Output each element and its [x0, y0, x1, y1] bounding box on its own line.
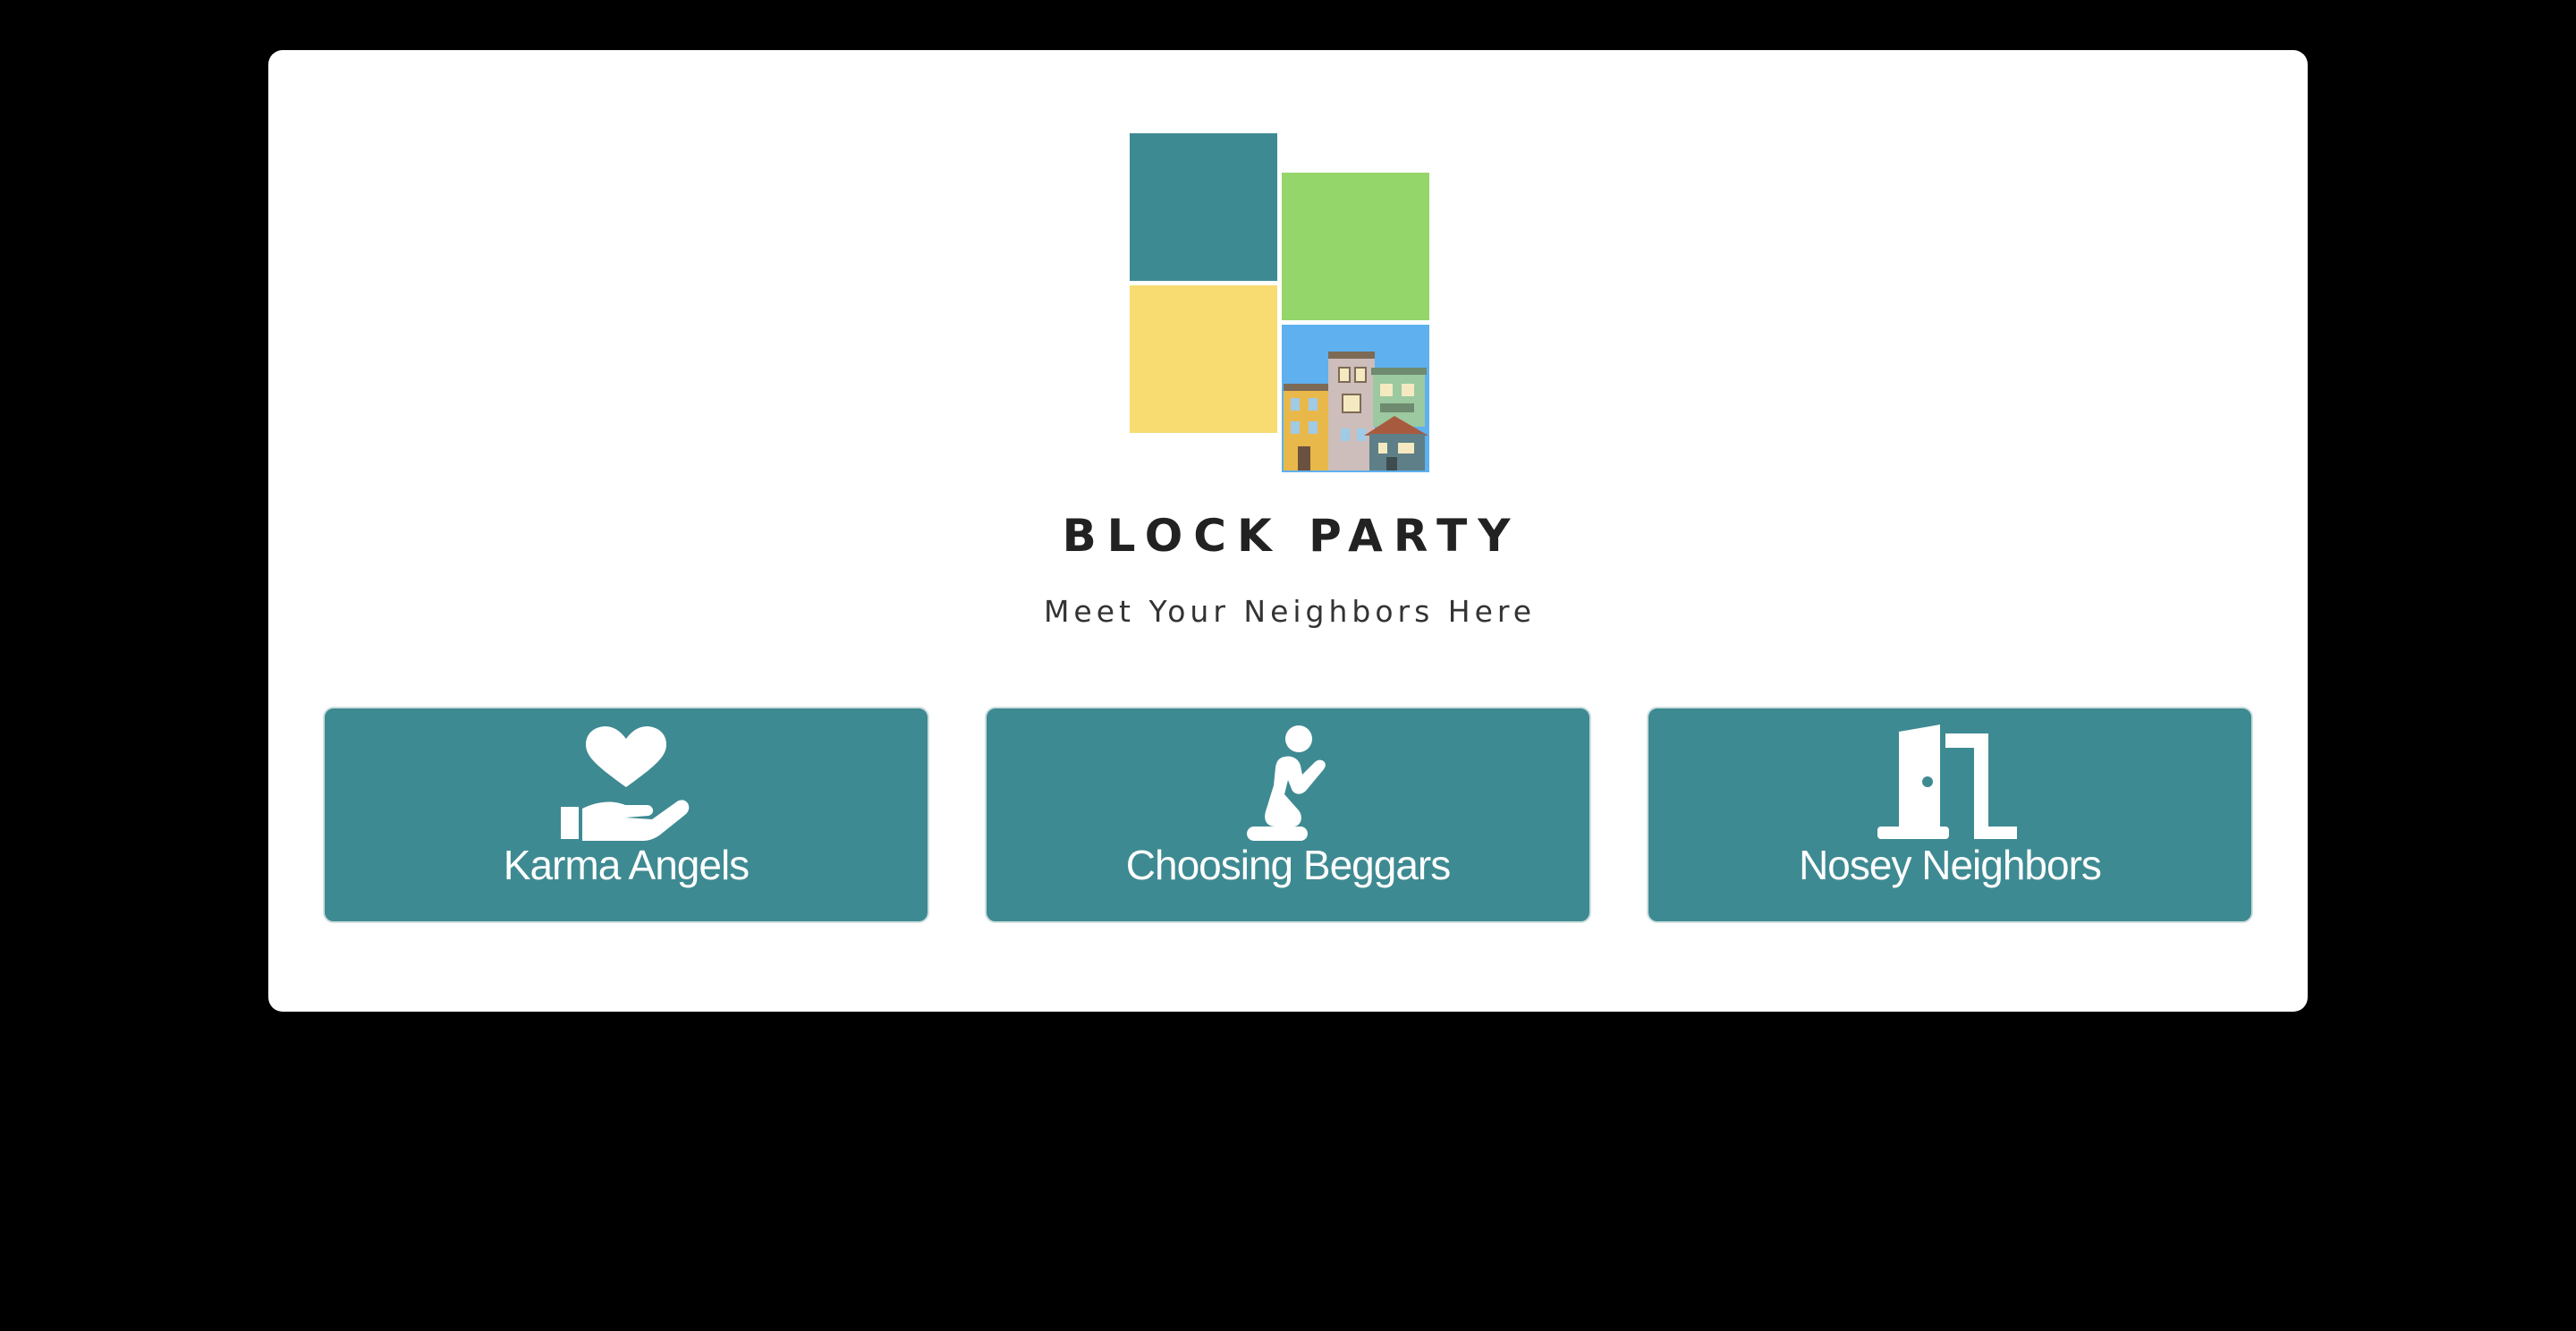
tile-label: Karma Angels — [503, 842, 750, 888]
kneeling-person-icon — [987, 725, 1589, 841]
heart-in-hand-icon — [325, 725, 928, 841]
category-tiles: Karma Angels Choosing Beggars Nosey Neig… — [323, 707, 2253, 923]
tile-choosing-beggars[interactable]: Choosing Beggars — [985, 707, 1591, 923]
tile-nosey-neighbors[interactable]: Nosey Neighbors — [1647, 707, 2253, 923]
tile-label: Nosey Neighbors — [1799, 842, 2102, 888]
open-door-icon — [1648, 725, 2251, 841]
brand-tagline: Meet Your Neighbors Here — [1043, 594, 1537, 629]
tile-karma-angels[interactable]: Karma Angels — [323, 707, 929, 923]
brand-title: BLOCK PARTY — [1062, 510, 1521, 562]
tile-label: Choosing Beggars — [1125, 842, 1451, 888]
main-card: BLOCK PARTY Meet Your Neighbors Here Kar… — [268, 50, 2308, 1012]
block-party-logo — [1130, 133, 1434, 527]
